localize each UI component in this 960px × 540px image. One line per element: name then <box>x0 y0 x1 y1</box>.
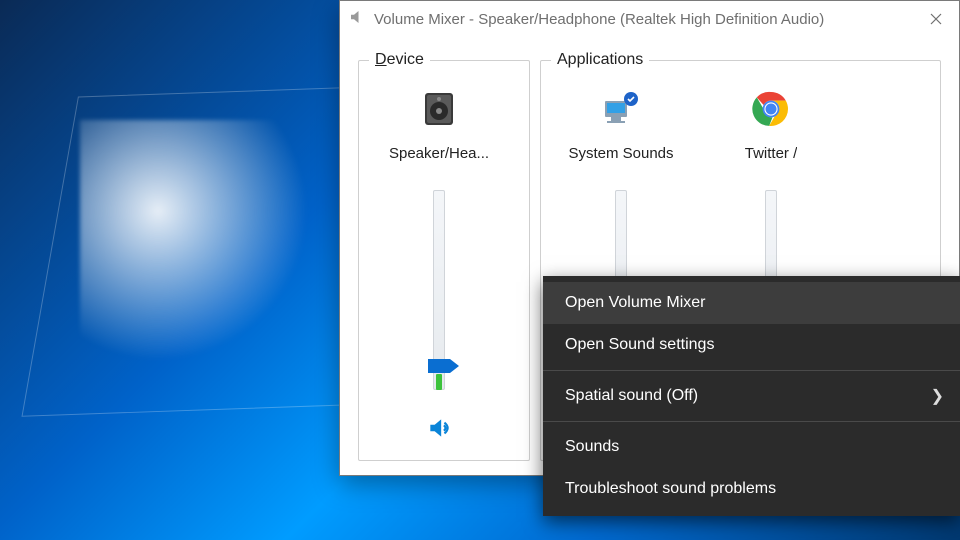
ctx-item-label: Sounds <box>565 438 619 456</box>
device-group-label: Device <box>369 51 430 69</box>
sound-context-menu: Open Volume Mixer Open Sound settings Sp… <box>543 276 960 516</box>
ctx-item-label: Troubleshoot sound problems <box>565 480 776 498</box>
ctx-separator <box>543 421 960 422</box>
chevron-right-icon: ❯ <box>931 386 944 406</box>
speaker-icon <box>348 8 366 30</box>
speaker-device-icon[interactable] <box>417 87 461 131</box>
slider-thumb[interactable] <box>428 359 450 373</box>
ctx-item-label: Open Sound settings <box>565 336 714 354</box>
volume-slider-device[interactable] <box>424 190 454 390</box>
channel-device: Speaker/Hea... <box>369 83 509 444</box>
ctx-item-label: Open Volume Mixer <box>565 294 706 312</box>
channel-chrome-label: Twitter / <box>745 145 798 162</box>
channel-device-label: Speaker/Hea... <box>389 145 489 162</box>
ctx-item-label: Spatial sound (Off) <box>565 387 698 405</box>
ctx-open-sound-settings[interactable]: Open Sound settings <box>543 324 960 366</box>
ctx-separator <box>543 370 960 371</box>
system-sounds-icon[interactable] <box>599 87 643 131</box>
titlebar[interactable]: Volume Mixer - Speaker/Headphone (Realte… <box>340 1 959 37</box>
window-title: Volume Mixer - Speaker/Headphone (Realte… <box>374 11 913 28</box>
ctx-troubleshoot[interactable]: Troubleshoot sound problems <box>543 468 960 510</box>
ctx-open-volume-mixer[interactable]: Open Volume Mixer <box>543 282 960 324</box>
applications-group-label: Applications <box>551 51 649 69</box>
close-button[interactable] <box>913 1 959 37</box>
ctx-sounds[interactable]: Sounds <box>543 426 960 468</box>
chrome-icon[interactable] <box>749 87 793 131</box>
ctx-spatial-sound[interactable]: Spatial sound (Off) ❯ <box>543 375 960 417</box>
device-group: Device Speaker/Hea... <box>358 51 530 461</box>
mute-button-device[interactable] <box>423 412 455 444</box>
channel-system-sounds-label: System Sounds <box>568 145 673 162</box>
level-meter <box>436 374 442 390</box>
